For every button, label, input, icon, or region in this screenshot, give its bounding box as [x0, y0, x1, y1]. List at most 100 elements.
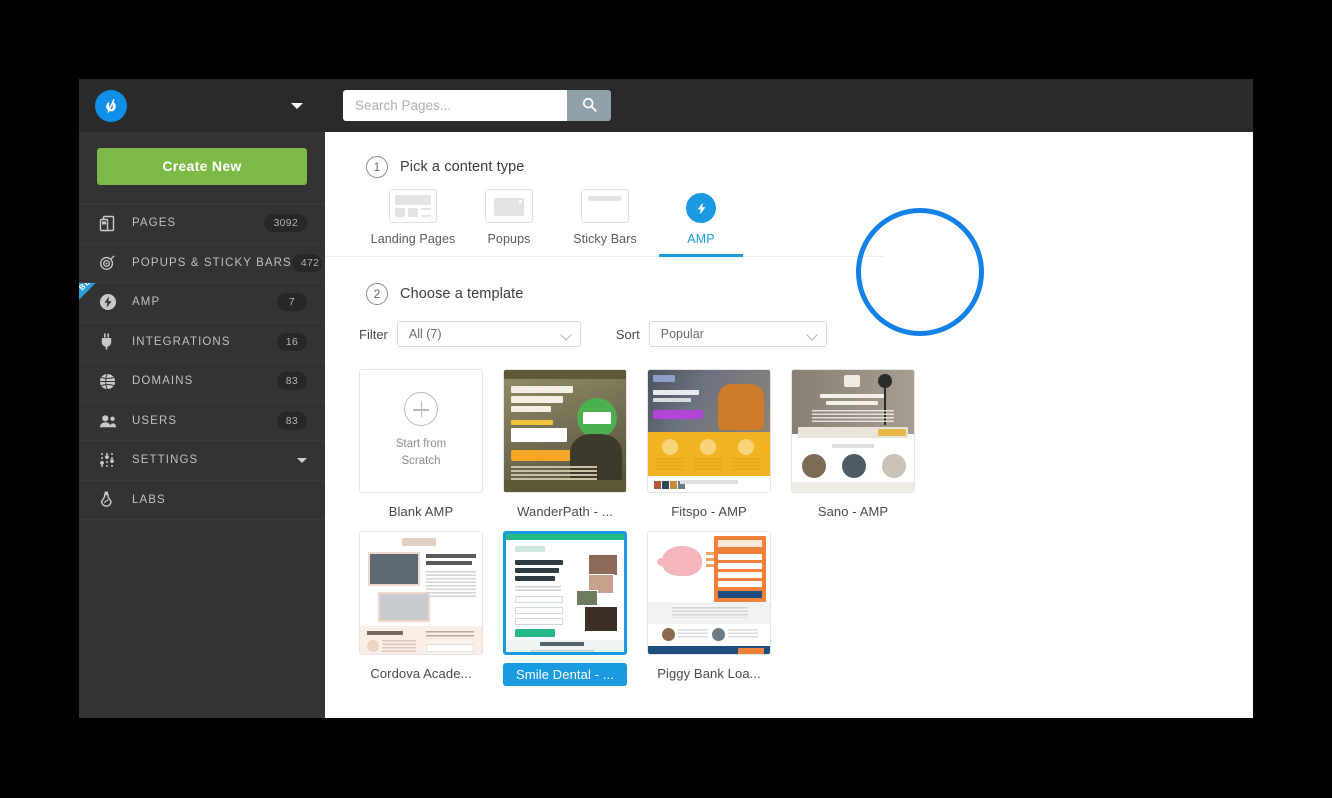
sidebar-item-domains[interactable]: DOMAINS 83	[79, 362, 325, 402]
sidebar-item-label: POPUPS & STICKY BARS	[132, 256, 292, 269]
sidebar-item-labs[interactable]: LABS	[79, 481, 325, 520]
landing-page-icon	[389, 189, 437, 223]
plug-icon	[99, 332, 121, 352]
pages-icon	[99, 213, 121, 233]
content-type-tabs: Landing Pages Popups Sticky Bars AMP	[325, 178, 884, 257]
template-card-blank-amp[interactable]: Start from Scratch Blank AMP	[359, 369, 483, 519]
sidebar-nav: PAGES 3092 POPUPS & STICKY BARS 472 BETA…	[79, 204, 325, 718]
sliders-icon	[99, 450, 121, 470]
search-button[interactable]	[567, 90, 611, 121]
step-2-number: 2	[366, 283, 388, 305]
sidebar-item-users[interactable]: USERS 83	[79, 402, 325, 441]
step-1-title: Pick a content type	[400, 159, 525, 175]
content-type-amp[interactable]: AMP	[653, 189, 749, 257]
sticky-bar-icon	[581, 189, 629, 223]
sidebar-item-label: DOMAINS	[132, 375, 194, 388]
step-2-header: 2 Choose a template	[325, 257, 1253, 305]
chevron-down-icon	[806, 329, 818, 341]
template-label: Smile Dental - ...	[503, 663, 627, 686]
sidebar-item-label: LABS	[132, 493, 166, 506]
template-card-fitspo[interactable]: Fitspo - AMP	[647, 369, 771, 519]
sidebar-item-badge: 83	[276, 411, 307, 430]
globe-icon	[99, 371, 121, 391]
template-card-wanderpath[interactable]: WanderPath - ...	[503, 369, 627, 519]
sidebar: Create New PAGES 3092 POPUPS & STICKY BA…	[79, 79, 325, 718]
sidebar-item-label: USERS	[132, 414, 178, 427]
step-2-title: Choose a template	[400, 286, 524, 302]
main-area: 1 Pick a content type Landing Pages	[325, 79, 1253, 718]
plus-icon	[404, 392, 438, 427]
search-icon	[582, 97, 597, 115]
sidebar-item-label: AMP	[132, 296, 161, 309]
template-label: Piggy Bank Loa...	[657, 666, 761, 681]
step-1-header: 1 Pick a content type	[325, 156, 1253, 178]
create-new-wrap: Create New	[79, 132, 325, 204]
template-label: Sano - AMP	[817, 504, 889, 519]
top-bar	[325, 79, 1253, 132]
content-type-landing-pages[interactable]: Landing Pages	[365, 189, 461, 256]
target-icon	[99, 253, 121, 273]
template-grid: Start from Scratch Blank AMP WanderPath …	[325, 347, 1025, 698]
template-thumbnail	[791, 369, 915, 493]
tab-underline	[659, 254, 743, 257]
settings-chevron-down-icon[interactable]	[297, 457, 307, 463]
bolt-icon	[99, 292, 121, 312]
search-input[interactable]	[343, 90, 567, 121]
template-thumbnail	[503, 369, 627, 493]
sidebar-item-popups-sticky-bars[interactable]: POPUPS & STICKY BARS 472	[79, 244, 325, 283]
template-thumbnail	[359, 531, 483, 655]
content-type-label: Landing Pages	[370, 232, 456, 246]
sidebar-item-pages[interactable]: PAGES 3092	[79, 204, 325, 244]
sort-select-value: Popular	[660, 327, 704, 341]
template-thumbnail: Start from Scratch	[359, 369, 483, 493]
blank-line-1: Start from	[395, 438, 447, 451]
account-chevron-down-icon[interactable]	[291, 103, 303, 109]
sidebar-item-badge: 16	[276, 332, 307, 351]
content-type-label: Popups	[487, 232, 531, 246]
template-thumbnail	[647, 369, 771, 493]
template-card-piggy-bank-loans[interactable]: Piggy Bank Loa...	[647, 531, 771, 686]
sidebar-header	[79, 79, 325, 132]
unbounce-logo-icon[interactable]	[95, 89, 127, 122]
content-panel: 1 Pick a content type Landing Pages Popu…	[325, 132, 1253, 718]
popup-icon	[485, 189, 533, 223]
template-card-smile-dental[interactable]: Smile Dental - ...	[503, 531, 627, 686]
content-type-label: AMP	[687, 232, 715, 246]
template-thumbnail	[647, 531, 771, 655]
sidebar-item-amp[interactable]: BETA AMP 7	[79, 283, 325, 323]
chevron-down-icon	[560, 329, 572, 341]
template-card-sano[interactable]: Sano - AMP	[791, 369, 915, 519]
template-label: Blank AMP	[388, 504, 454, 519]
template-card-cordova-academy[interactable]: Cordova Acade...	[359, 531, 483, 686]
template-label: Fitspo - AMP	[671, 504, 747, 519]
sidebar-item-badge: 472	[291, 253, 322, 272]
sidebar-item-badge: 83	[276, 372, 307, 391]
sidebar-item-badge: 3092	[264, 214, 307, 233]
template-label: WanderPath - ...	[517, 504, 613, 519]
sort-label: Sort	[615, 326, 640, 342]
flask-icon	[99, 490, 121, 510]
template-label: Cordova Acade...	[370, 666, 472, 681]
sidebar-item-settings[interactable]: SETTINGS	[79, 441, 325, 481]
sidebar-item-badge: 7	[277, 293, 307, 312]
create-new-button[interactable]: Create New	[97, 148, 307, 185]
sidebar-item-integrations[interactable]: INTEGRATIONS 16	[79, 323, 325, 362]
sidebar-item-label: PAGES	[132, 217, 177, 230]
filter-select[interactable]: All (7)	[396, 321, 581, 347]
amp-bolt-icon	[677, 189, 725, 223]
search-box	[343, 90, 611, 121]
template-thumbnail	[503, 531, 627, 655]
app-window: Create New PAGES 3092 POPUPS & STICKY BA…	[79, 79, 1253, 718]
step-1-number: 1	[366, 156, 388, 178]
blank-line-2: Scratch	[401, 455, 441, 467]
users-icon	[99, 411, 121, 431]
sidebar-item-label: INTEGRATIONS	[132, 335, 231, 348]
sidebar-item-label: SETTINGS	[132, 454, 199, 467]
content-type-label: Sticky Bars	[573, 232, 637, 246]
filter-select-value: All (7)	[408, 327, 442, 341]
content-type-popups[interactable]: Popups	[461, 189, 557, 256]
filter-label: Filter	[359, 326, 388, 342]
content-type-sticky-bars[interactable]: Sticky Bars	[557, 189, 653, 256]
filter-sort-row: Filter All (7) Sort Popular	[325, 305, 1253, 347]
sort-select[interactable]: Popular	[648, 321, 827, 347]
